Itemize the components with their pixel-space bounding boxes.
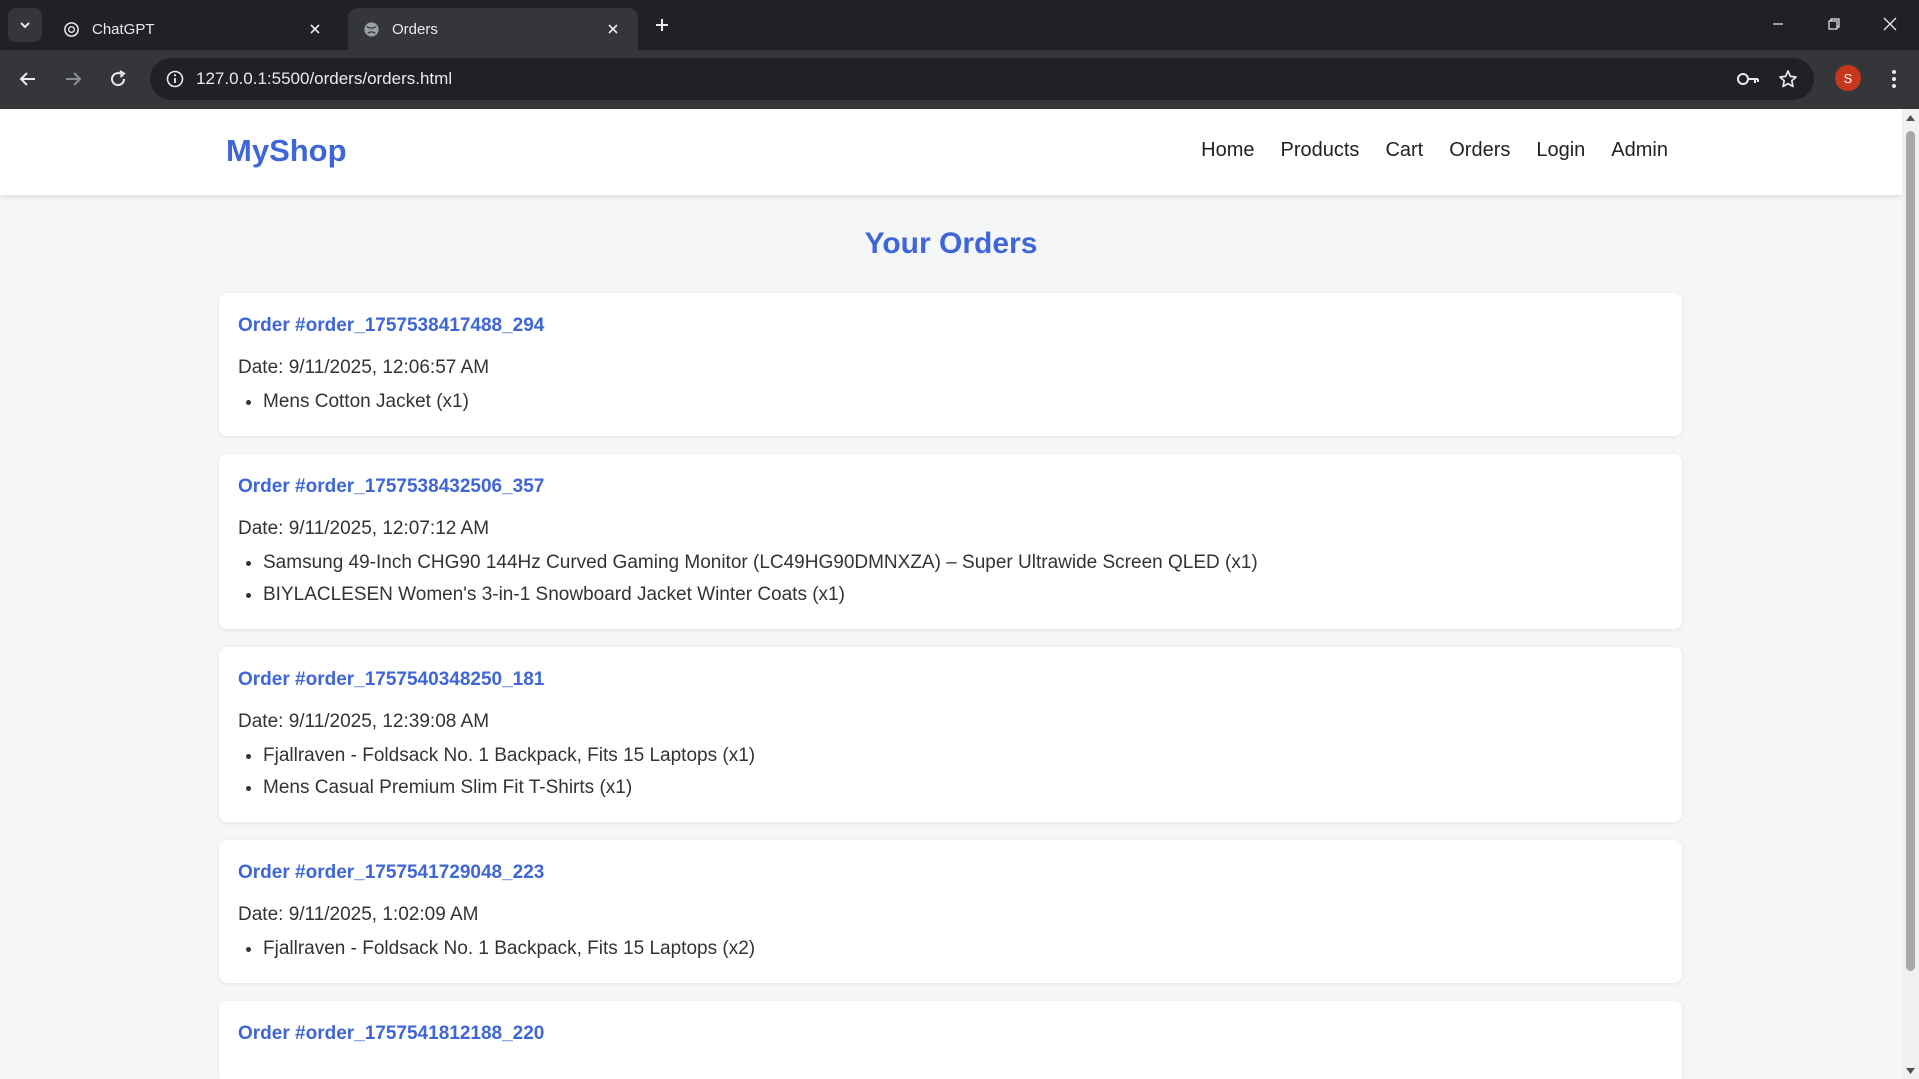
order-items: Samsung 49-Inch CHG90 144Hz Curved Gamin… xyxy=(238,547,1663,611)
nav-link-admin[interactable]: Admin xyxy=(1611,139,1668,162)
page-scrollbar[interactable] xyxy=(1902,109,1919,1079)
globe-icon xyxy=(362,20,380,38)
order-items: Mens Cotton Jacket (x1) xyxy=(238,386,1663,418)
profile-avatar[interactable]: S xyxy=(1835,65,1861,91)
site-info-icon[interactable] xyxy=(154,58,196,100)
order-card: Order #order_1757541729048_223 Date: 9/1… xyxy=(219,840,1682,983)
order-id: Order #order_1757541729048_223 xyxy=(238,862,545,883)
bookmark-star-icon[interactable] xyxy=(1768,59,1808,99)
password-key-icon[interactable] xyxy=(1728,59,1768,99)
order-card: Order #order_1757541812188_220 xyxy=(219,1001,1682,1079)
reload-button[interactable] xyxy=(100,61,136,97)
order-card: Order #order_1757538417488_294 Date: 9/1… xyxy=(219,293,1682,436)
back-button[interactable] xyxy=(10,61,46,97)
reload-icon xyxy=(111,70,126,87)
order-id: Order #order_1757541812188_220 xyxy=(238,1023,545,1044)
tab-title: Orders xyxy=(392,20,438,38)
tab-strip: ChatGPT Orders xyxy=(0,0,1919,50)
order-item: Mens Casual Premium Slim Fit T-Shirts (x… xyxy=(263,772,1663,804)
order-items: Fjallraven - Foldsack No. 1 Backpack, Fi… xyxy=(238,933,1663,965)
orders-list: Order #order_1757538417488_294 Date: 9/1… xyxy=(219,293,1682,1079)
tab-title: ChatGPT xyxy=(92,20,155,38)
order-date: Date: 9/11/2025, 1:02:09 AM xyxy=(238,904,479,925)
arrow-right-icon xyxy=(66,72,82,86)
order-item: Fjallraven - Foldsack No. 1 Backpack, Fi… xyxy=(263,740,1663,772)
close-tab-icon[interactable] xyxy=(602,18,624,40)
order-item: BIYLACLESEN Women's 3-in-1 Snowboard Jac… xyxy=(263,579,1663,611)
tab-chatgpt[interactable]: ChatGPT xyxy=(48,8,340,50)
order-id: Order #order_1757538432506_357 xyxy=(238,476,545,497)
site-header: MyShop Home Products Cart Orders Login A… xyxy=(0,109,1902,195)
nav-link-orders[interactable]: Orders xyxy=(1449,139,1510,162)
scroll-thumb[interactable] xyxy=(1906,131,1915,971)
order-item: Samsung 49-Inch CHG90 144Hz Curved Gamin… xyxy=(263,547,1663,579)
order-id: Order #order_1757538417488_294 xyxy=(238,315,545,336)
browser-menu-button[interactable] xyxy=(1876,61,1912,97)
chevron-down-icon xyxy=(20,22,30,29)
order-item: Mens Cotton Jacket (x1) xyxy=(263,386,1663,418)
new-tab-button[interactable] xyxy=(648,11,676,39)
browser-toolbar: 127.0.0.1:5500/orders/orders.html S xyxy=(0,50,1919,109)
order-id: Order #order_1757540348250_181 xyxy=(238,669,545,690)
site-logo[interactable]: MyShop xyxy=(226,133,347,169)
close-icon xyxy=(1883,17,1897,31)
page-viewport: MyShop Home Products Cart Orders Login A… xyxy=(0,109,1902,1079)
order-card: Order #order_1757538432506_357 Date: 9/1… xyxy=(219,454,1682,629)
order-item: Fjallraven - Foldsack No. 1 Backpack, Fi… xyxy=(263,933,1663,965)
close-window-button[interactable] xyxy=(1867,4,1913,44)
order-date: Date: 9/11/2025, 12:06:57 AM xyxy=(238,357,490,378)
restore-button[interactable] xyxy=(1811,4,1857,44)
close-tab-icon[interactable] xyxy=(304,18,326,40)
plus-icon xyxy=(656,19,668,31)
more-vertical-icon xyxy=(1892,70,1896,88)
url-text[interactable]: 127.0.0.1:5500/orders/orders.html xyxy=(196,69,1728,89)
page-title: Your Orders xyxy=(864,227,1038,260)
nav-link-products[interactable]: Products xyxy=(1281,139,1360,162)
order-items: Fjallraven - Foldsack No. 1 Backpack, Fi… xyxy=(238,740,1663,804)
chatgpt-icon xyxy=(62,20,80,38)
order-date: Date: 9/11/2025, 12:07:12 AM xyxy=(238,518,490,539)
minimize-icon xyxy=(1773,23,1783,25)
scroll-up-arrow-icon[interactable] xyxy=(1902,109,1919,126)
restore-icon xyxy=(1828,18,1840,30)
scroll-down-arrow-icon[interactable] xyxy=(1902,1062,1919,1079)
nav-link-login[interactable]: Login xyxy=(1536,139,1585,162)
forward-button[interactable] xyxy=(55,61,91,97)
order-date: Date: 9/11/2025, 12:39:08 AM xyxy=(238,711,490,732)
tab-orders[interactable]: Orders xyxy=(348,8,638,50)
nav-link-home[interactable]: Home xyxy=(1201,139,1254,162)
order-card: Order #order_1757540348250_181 Date: 9/1… xyxy=(219,647,1682,822)
minimize-button[interactable] xyxy=(1755,4,1801,44)
nav-link-cart[interactable]: Cart xyxy=(1385,139,1423,162)
tab-search-button[interactable] xyxy=(8,8,42,42)
site-nav: Home Products Cart Orders Login Admin xyxy=(1201,139,1668,162)
arrow-left-icon xyxy=(19,72,35,86)
address-bar[interactable]: 127.0.0.1:5500/orders/orders.html xyxy=(150,58,1814,100)
